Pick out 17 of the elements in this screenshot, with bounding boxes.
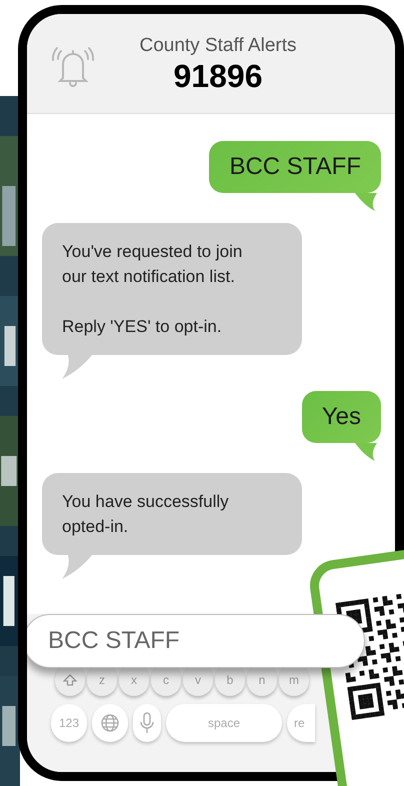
short-code: 91896 — [174, 58, 262, 94]
sender-name: County Staff Alerts — [139, 34, 296, 58]
bubble-tail-icon — [62, 555, 92, 579]
bubble-tail-icon — [355, 193, 377, 211]
return-key[interactable]: re — [287, 704, 315, 742]
received-message-bubble: You've requested to join our text notification list. Reply 'YES' to opt-in. — [42, 223, 302, 355]
message-input-field[interactable]: BCC STAFF — [27, 614, 365, 668]
sent-message-bubble: Yes — [302, 391, 381, 443]
shift-icon — [63, 674, 77, 686]
sent-message-bubble: BCC STAFF — [209, 141, 381, 193]
keyboard-key[interactable]: 123 — [51, 704, 87, 742]
microphone-icon — [140, 712, 154, 734]
space-key[interactable]: space — [166, 704, 282, 742]
bubble-tail-icon — [355, 443, 377, 461]
received-message-bubble: You have successfully opted-in. — [42, 473, 302, 555]
bubble-tail-icon — [62, 355, 92, 379]
globe-icon — [100, 713, 120, 733]
